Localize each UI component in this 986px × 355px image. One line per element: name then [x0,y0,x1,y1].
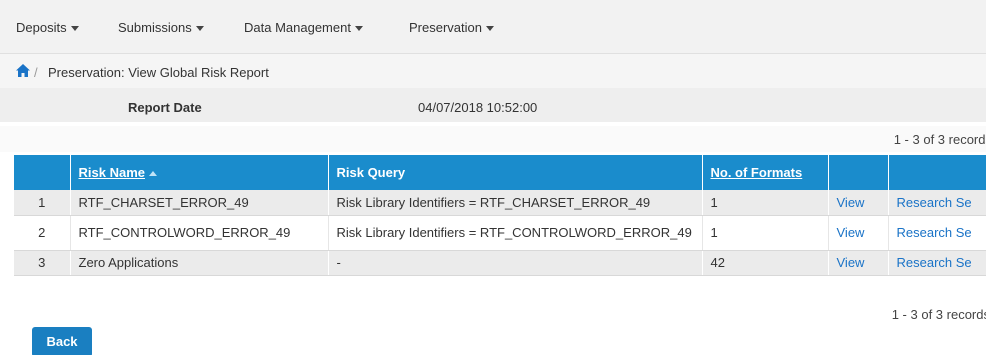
research-cell: Research Se [888,190,986,216]
table-header-row: Risk Name Risk Query No. of Formats [14,155,986,190]
breadcrumb-current: Preservation: View Global Risk Report [48,65,269,80]
formats-cell: 1 [702,215,829,251]
research-cell: Research Se [888,215,986,251]
nav-preservation-label: Preservation [409,20,482,35]
nav-submissions-label: Submissions [118,20,192,35]
col-header-risk-name[interactable]: Risk Name [70,155,329,190]
formats-cell: 42 [702,250,829,276]
view-link[interactable]: View [837,255,865,270]
research-link[interactable]: Research Se [897,195,972,210]
pagination-bottom: 1 - 3 of 3 records [0,305,986,323]
breadcrumb: / Preservation: View Global Risk Report [0,54,986,88]
view-cell: View [828,250,889,276]
table-row: 2 RTF_CONTROLWORD_ERROR_49 Risk Library … [14,215,986,251]
row-number: 2 [14,215,71,251]
row-number: 3 [14,250,71,276]
col-header-formats[interactable]: No. of Formats [702,155,829,190]
risk-query-cell: - [328,250,703,276]
report-date-row: Report Date 04/07/2018 10:52:00 [0,88,986,122]
nav-deposits[interactable]: Deposits [16,20,79,35]
report-date-label: Report Date [128,100,202,115]
pagination-top: 1 - 3 of 3 records [0,126,986,152]
chevron-down-icon [354,26,363,32]
research-cell: Research Se [888,250,986,276]
risk-name-cell: RTF_CONTROLWORD_ERROR_49 [70,215,329,251]
chevron-down-icon [195,26,204,32]
nav-data-management-label: Data Management [244,20,351,35]
top-navbar: Deposits Submissions Data Management Pre… [0,0,986,54]
view-cell: View [828,190,889,216]
sort-ascending-icon [148,171,157,177]
records-count-top: 1 - 3 of 3 records [893,132,986,147]
formats-sort-link[interactable]: No. of Formats [711,165,803,180]
row-number: 1 [14,190,71,216]
col-header-risk-query: Risk Query [328,155,703,190]
risk-query-cell: Risk Library Identifiers = RTF_CHARSET_E… [328,190,703,216]
nav-submissions[interactable]: Submissions [118,20,204,35]
risk-query-text: Risk Library Identifiers = RTF_CONTROLWO… [336,224,692,240]
research-link[interactable]: Research Se [897,255,972,270]
risk-name-sort-link[interactable]: Risk Name [79,165,145,180]
report-date-value: 04/07/2018 10:52:00 [418,100,538,115]
table-row: 1 RTF_CHARSET_ERROR_49 Risk Library Iden… [14,190,986,216]
home-icon[interactable] [16,64,30,77]
back-button[interactable]: Back [32,327,92,355]
chevron-down-icon [485,26,494,32]
nav-deposits-label: Deposits [16,20,67,35]
col-header-research [888,155,986,190]
view-cell: View [828,215,889,251]
nav-preservation[interactable]: Preservation [409,20,494,35]
chevron-down-icon [70,26,79,32]
view-link[interactable]: View [837,225,865,240]
breadcrumb-separator: / [34,65,38,80]
research-link[interactable]: Research Se [897,225,972,240]
risk-name-cell: Zero Applications [70,250,329,276]
table-row: 3 Zero Applications - 42 View Research S… [14,250,986,276]
col-header-number [14,155,71,190]
risk-name-cell: RTF_CHARSET_ERROR_49 [70,190,329,216]
col-header-view [828,155,889,190]
nav-data-management[interactable]: Data Management [244,20,363,35]
formats-cell: 1 [702,190,829,216]
risk-query-cell: Risk Library Identifiers = RTF_CONTROLWO… [328,215,703,251]
view-link[interactable]: View [837,195,865,210]
risk-table: Risk Name Risk Query No. of Formats 1 RT… [14,155,986,276]
records-count-bottom: 1 - 3 of 3 records [891,307,986,322]
